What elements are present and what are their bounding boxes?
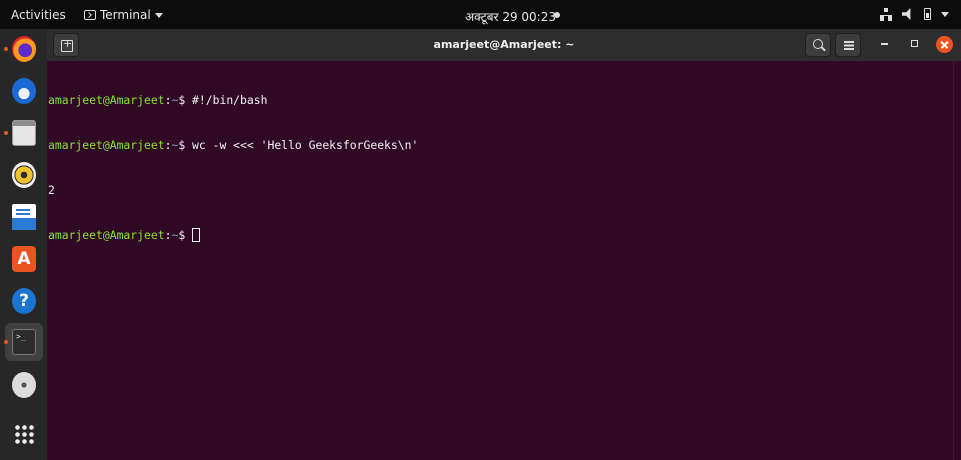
firefox-icon: [12, 36, 36, 62]
dock-item-firefox[interactable]: [4, 30, 43, 68]
running-indicator: [4, 340, 8, 344]
activities-button[interactable]: Activities: [11, 8, 66, 22]
dock-item-help[interactable]: ?: [5, 282, 43, 320]
minimize-button[interactable]: [881, 43, 888, 45]
dock-item-dvd[interactable]: [5, 366, 43, 404]
show-applications-button[interactable]: [5, 415, 43, 453]
writer-icon: [12, 204, 36, 230]
files-icon: [12, 120, 36, 146]
dock: A ? >_: [0, 29, 47, 460]
battery-icon[interactable]: [924, 8, 931, 20]
app-grid-icon: [14, 424, 34, 444]
terminal-output[interactable]: amarjeet@Amarjeet:~$ #!/bin/bash amarjee…: [48, 63, 948, 273]
terminal-line: amarjeet@Amarjeet:~$ #!/bin/bash: [48, 93, 268, 107]
terminal-app-icon: [84, 10, 96, 20]
terminal-window[interactable]: amarjeet@Amarjeet: ~ amarjeet@Amarjeet:~…: [47, 29, 961, 460]
search-button[interactable]: [805, 33, 831, 57]
notification-dot-icon: [554, 12, 560, 18]
close-button[interactable]: [936, 36, 953, 53]
app-menu[interactable]: Terminal: [84, 8, 163, 22]
terminal-line: amarjeet@Amarjeet:~$ wc -w <<< 'Hello Ge…: [48, 138, 419, 152]
clock[interactable]: अक्टूबर 29 00:23: [465, 8, 556, 25]
dock-item-files[interactable]: [4, 114, 43, 152]
help-icon: ?: [12, 288, 36, 314]
software-store-icon: A: [12, 246, 36, 272]
dock-item-software[interactable]: A: [5, 240, 43, 278]
volume-icon[interactable]: [902, 8, 911, 20]
dock-item-writer[interactable]: [5, 198, 43, 236]
dock-item-rhythmbox[interactable]: [5, 156, 43, 194]
top-panel: Activities Terminal अक्टूबर 29 00:23: [0, 0, 961, 29]
running-indicator: [4, 131, 8, 135]
scrollbar[interactable]: [953, 61, 961, 460]
window-titlebar[interactable]: amarjeet@Amarjeet: ~: [47, 29, 961, 61]
dvd-icon: [12, 372, 36, 398]
maximize-button[interactable]: [911, 40, 918, 47]
text-cursor: [192, 228, 201, 242]
terminal-prompt-line[interactable]: amarjeet@Amarjeet:~$: [48, 228, 948, 243]
dock-item-terminal[interactable]: >_: [4, 323, 43, 361]
app-menu-label: Terminal: [100, 8, 151, 22]
terminal-output-line: 2: [48, 183, 55, 197]
terminal-icon: >_: [12, 329, 36, 355]
system-tray[interactable]: [880, 8, 949, 21]
dock-item-thunderbird[interactable]: [5, 72, 43, 110]
system-menu-chevron-icon[interactable]: [941, 11, 949, 17]
thunderbird-icon: [12, 78, 36, 104]
running-indicator: [4, 47, 8, 51]
chevron-down-icon: [154, 12, 163, 18]
network-icon[interactable]: [880, 8, 892, 21]
hamburger-menu-button[interactable]: [835, 33, 861, 57]
rhythmbox-icon: [12, 162, 36, 188]
